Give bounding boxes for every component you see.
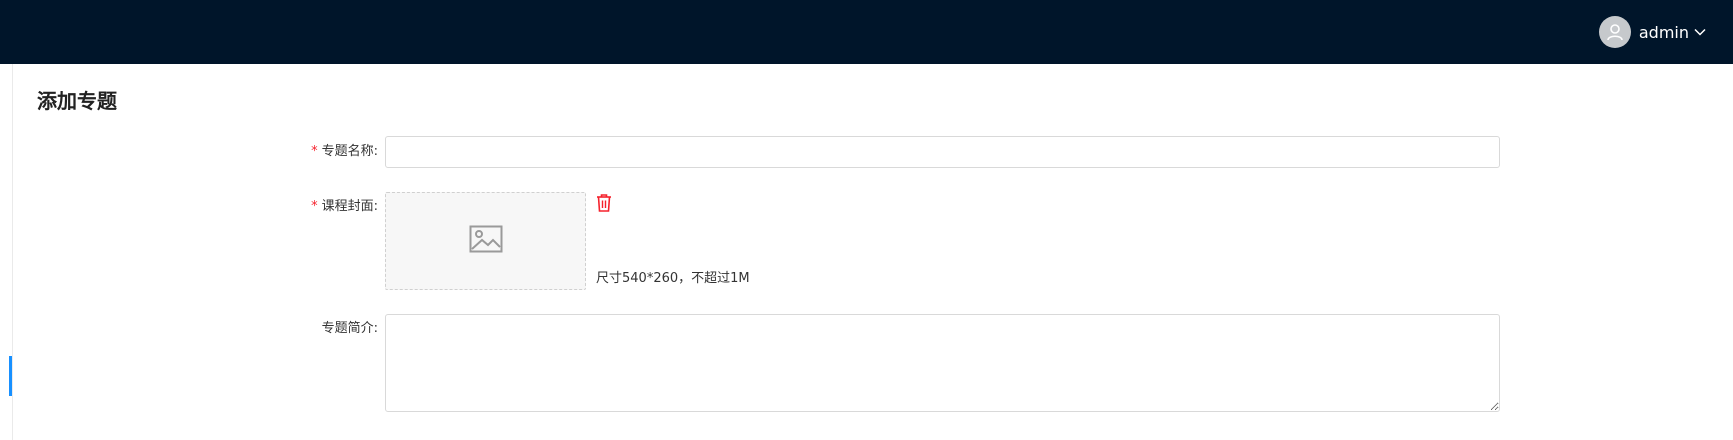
cover-upload-area[interactable] xyxy=(385,192,586,290)
topic-name-label: * 专题名称: xyxy=(311,144,378,159)
required-mark: * xyxy=(311,199,318,214)
chevron-down-icon xyxy=(1693,25,1707,39)
image-icon xyxy=(469,225,503,257)
user-menu[interactable]: admin xyxy=(1598,16,1707,48)
required-mark: * xyxy=(311,144,318,159)
topic-intro-textarea[interactable] xyxy=(385,314,1500,412)
user-icon xyxy=(1598,16,1631,48)
course-cover-label: * 课程封面: xyxy=(311,199,378,214)
username: admin xyxy=(1638,22,1689,42)
page-title: 添加专题 xyxy=(37,89,117,113)
cover-size-hint: 尺寸540*260，不超过1M xyxy=(596,271,750,286)
sidebar-active-indicator xyxy=(9,356,12,396)
trash-icon[interactable] xyxy=(595,193,613,213)
sidebar-divider xyxy=(12,64,13,440)
topic-name-input[interactable] xyxy=(385,136,1500,168)
top-navigation-bar: admin xyxy=(0,0,1733,64)
topic-intro-label: 专题简介: xyxy=(321,321,378,336)
